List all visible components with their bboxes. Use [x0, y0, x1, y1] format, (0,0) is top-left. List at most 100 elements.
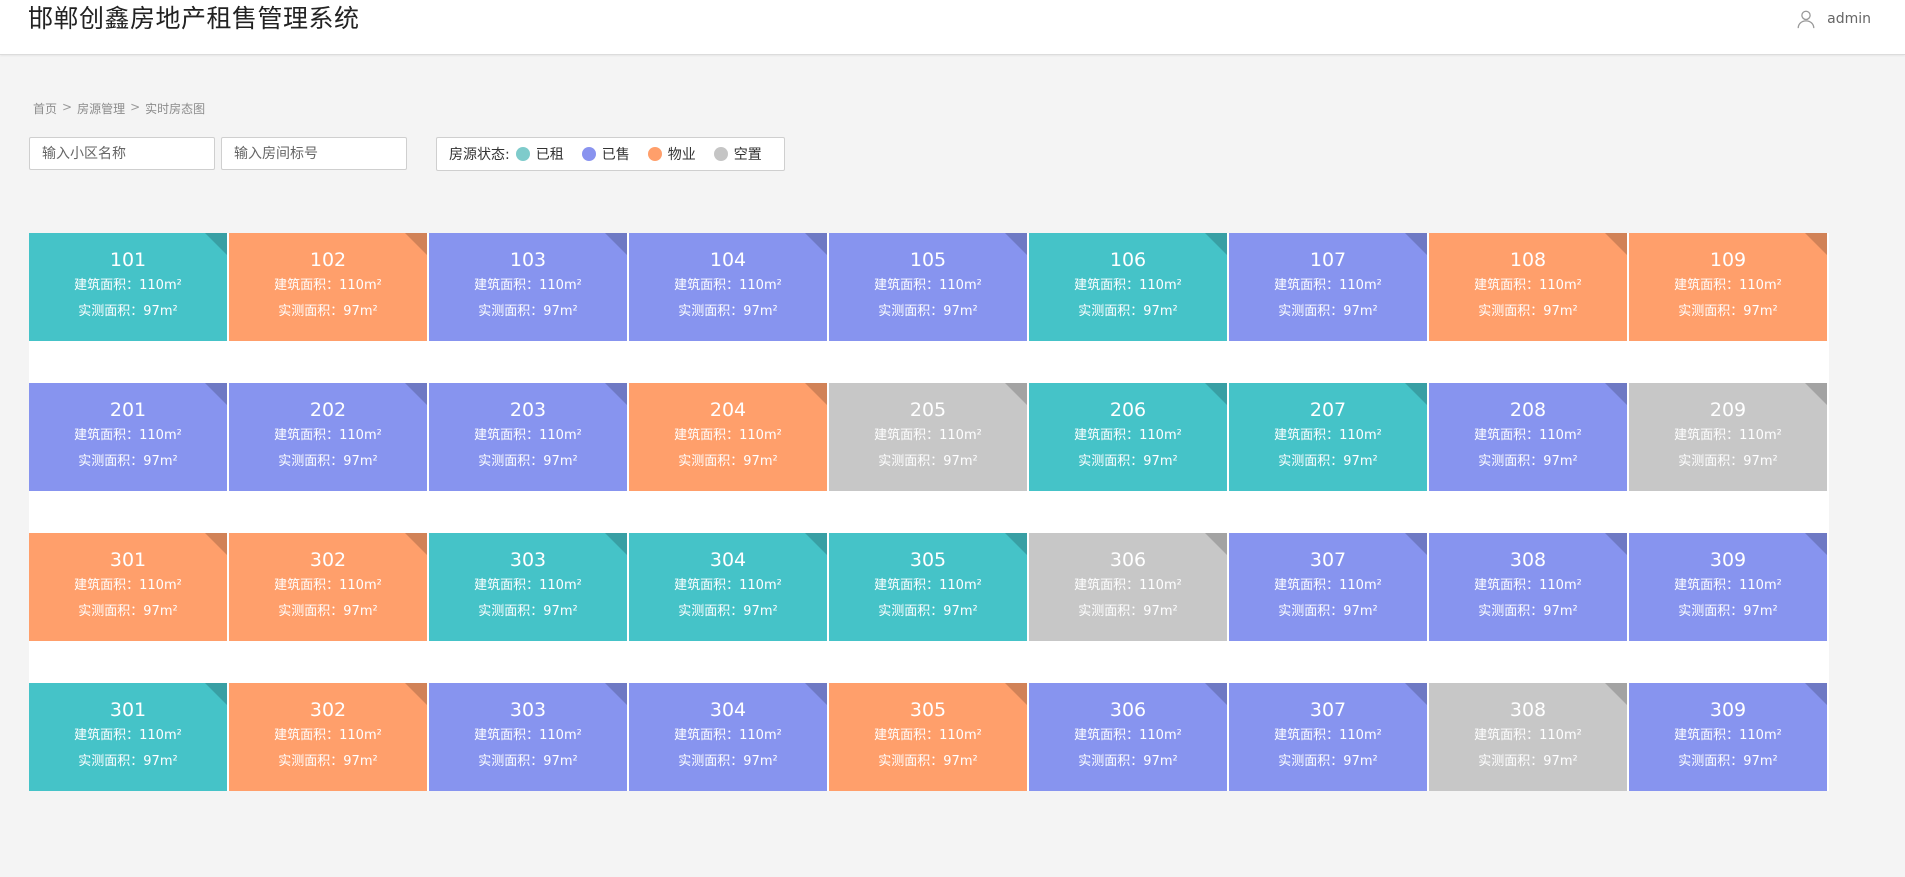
user-name[interactable]: admin: [1827, 11, 1871, 27]
room-card[interactable]: 205 建筑面积：110m² 实测面积：97m²: [829, 383, 1027, 491]
room-card[interactable]: 302 建筑面积：110m² 实测面积：97m²: [229, 533, 427, 641]
room-card[interactable]: 103 建筑面积：110m² 实测面积：97m²: [429, 233, 627, 341]
room-card[interactable]: 203 建筑面积：110m² 实测面积：97m²: [429, 383, 627, 491]
room-card[interactable]: 107 建筑面积：110m² 实测面积：97m²: [1229, 233, 1427, 341]
legend-item-label: 已售: [601, 147, 630, 163]
room-card[interactable]: 108 建筑面积：110m² 实测面积：97m²: [1429, 233, 1627, 341]
measured-area: 实测面积：97m²: [1478, 454, 1578, 469]
room-number: 303: [509, 549, 547, 571]
room-card[interactable]: 206 建筑面积：110m² 实测面积：97m²: [1029, 383, 1227, 491]
room-card[interactable]: 304 建筑面积：110m² 实测面积：97m²: [629, 683, 827, 791]
room-card[interactable]: 105 建筑面积：110m² 实测面积：97m²: [829, 233, 1027, 341]
room-card-corner-fold: [1805, 383, 1827, 405]
room-card-corner-fold: [1005, 383, 1027, 405]
measured-area: 实测面积：97m²: [1078, 454, 1178, 469]
breadcrumb-home[interactable]: 首页: [33, 100, 57, 117]
building-area: 建筑面积：110m²: [1074, 578, 1182, 593]
room-number: 309: [1709, 699, 1747, 721]
breadcrumb-house-management[interactable]: 房源管理: [77, 100, 125, 117]
measured-area: 实测面积：97m²: [478, 454, 578, 469]
room-number: 209: [1709, 399, 1747, 421]
room-card[interactable]: 305 建筑面积：110m² 实测面积：97m²: [829, 533, 1027, 641]
room-card[interactable]: 309 建筑面积：110m² 实测面积：97m²: [1629, 683, 1827, 791]
legend-item-label: 已租: [535, 147, 564, 163]
breadcrumb-separator: >: [62, 100, 73, 114]
user-icon: [1797, 10, 1815, 29]
measured-area: 实测面积：97m²: [1278, 604, 1378, 619]
measured-area: 实测面积：97m²: [78, 304, 178, 319]
measured-area: 实测面积：97m²: [878, 604, 978, 619]
room-card-corner-fold: [405, 533, 427, 555]
legend-item-vacant[interactable]: 空置: [713, 144, 762, 164]
room-card[interactable]: 208 建筑面积：110m² 实测面积：97m²: [1429, 383, 1627, 491]
room-card[interactable]: 202 建筑面积：110m² 实测面积：97m²: [229, 383, 427, 491]
room-number: 203: [509, 399, 547, 421]
building-area: 建筑面积：110m²: [1474, 728, 1582, 743]
building-area: 建筑面积：110m²: [474, 428, 582, 443]
room-card[interactable]: 307 建筑面积：110m² 实测面积：97m²: [1229, 683, 1427, 791]
measured-area: 实测面积：97m²: [678, 304, 778, 319]
room-card[interactable]: 305 建筑面积：110m² 实测面积：97m²: [829, 683, 1027, 791]
room-card[interactable]: 306 建筑面积：110m² 实测面积：97m²: [1029, 683, 1227, 791]
building-area: 建筑面积：110m²: [1274, 728, 1382, 743]
community-search-input[interactable]: [29, 137, 215, 170]
building-area: 建筑面积：110m²: [874, 428, 982, 443]
measured-area: 实测面积：97m²: [1678, 604, 1778, 619]
room-card-corner-fold: [1405, 683, 1427, 705]
measured-area: 实测面积：97m²: [1678, 754, 1778, 769]
building-area: 建筑面积：110m²: [74, 728, 182, 743]
room-card[interactable]: 201 建筑面积：110m² 实测面积：97m²: [29, 383, 227, 491]
measured-area: 实测面积：97m²: [1078, 604, 1178, 619]
building-area: 建筑面积：110m²: [1474, 278, 1582, 293]
measured-area: 实测面积：97m²: [1678, 454, 1778, 469]
building-area: 建筑面积：110m²: [1274, 428, 1382, 443]
room-card[interactable]: 307 建筑面积：110m² 实测面积：97m²: [1229, 533, 1427, 641]
room-card-corner-fold: [1605, 383, 1627, 405]
room-card[interactable]: 207 建筑面积：110m² 实测面积：97m²: [1229, 383, 1427, 491]
room-card[interactable]: 308 建筑面积：110m² 实测面积：97m²: [1429, 533, 1627, 641]
floor-row: 301 建筑面积：110m² 实测面积：97m² 302 建筑面积：110m² 实测面积：…: [29, 533, 1829, 641]
room-card[interactable]: 303 建筑面积：110m² 实测面积：97m²: [429, 683, 627, 791]
room-card[interactable]: 204 建筑面积：110m² 实测面积：97m²: [629, 383, 827, 491]
room-card[interactable]: 101 建筑面积：110m² 实测面积：97m²: [29, 233, 227, 341]
room-card[interactable]: 309 建筑面积：110m² 实测面积：97m²: [1629, 533, 1827, 641]
building-area: 建筑面积：110m²: [1074, 428, 1182, 443]
room-card-corner-fold: [1605, 533, 1627, 555]
legend-item-sold[interactable]: 已售: [581, 144, 630, 164]
room-card-corner-fold: [1205, 233, 1227, 255]
room-card[interactable]: 209 建筑面积：110m² 实测面积：97m²: [1629, 383, 1827, 491]
room-card[interactable]: 102 建筑面积：110m² 实测面积：97m²: [229, 233, 427, 341]
building-area: 建筑面积：110m²: [274, 728, 382, 743]
measured-area: 实测面积：97m²: [878, 454, 978, 469]
building-area: 建筑面积：110m²: [1674, 578, 1782, 593]
room-card[interactable]: 302 建筑面积：110m² 实测面积：97m²: [229, 683, 427, 791]
building-area: 建筑面积：110m²: [1674, 428, 1782, 443]
room-number: 308: [1509, 699, 1547, 721]
measured-area: 实测面积：97m²: [678, 604, 778, 619]
room-number: 302: [309, 549, 347, 571]
room-card[interactable]: 303 建筑面积：110m² 实测面积：97m²: [429, 533, 627, 641]
room-card[interactable]: 104 建筑面积：110m² 实测面积：97m²: [629, 233, 827, 341]
room-card[interactable]: 301 建筑面积：110m² 实测面积：97m²: [29, 533, 227, 641]
room-card[interactable]: 304 建筑面积：110m² 实测面积：97m²: [629, 533, 827, 641]
room-card[interactable]: 306 建筑面积：110m² 实测面积：97m²: [1029, 533, 1227, 641]
room-number-search-input[interactable]: [221, 137, 407, 170]
room-number: 105: [909, 249, 947, 271]
building-area: 建筑面积：110m²: [1074, 278, 1182, 293]
room-card-corner-fold: [405, 233, 427, 255]
room-card[interactable]: 106 建筑面积：110m² 实测面积：97m²: [1029, 233, 1227, 341]
room-number: 109: [1709, 249, 1747, 271]
room-number: 307: [1309, 699, 1347, 721]
legend-item-rented[interactable]: 已租: [515, 144, 564, 164]
measured-area: 实测面积：97m²: [478, 304, 578, 319]
room-card[interactable]: 308 建筑面积：110m² 实测面积：97m²: [1429, 683, 1627, 791]
measured-area: 实测面积：97m²: [878, 754, 978, 769]
legend-dot-property: [647, 147, 662, 161]
room-number: 303: [509, 699, 547, 721]
user-menu[interactable]: admin: [1795, 8, 1871, 30]
legend-item-property[interactable]: 物业: [647, 144, 696, 164]
room-card[interactable]: 301 建筑面积：110m² 实测面积：97m²: [29, 683, 227, 791]
room-card[interactable]: 109 建筑面积：110m² 实测面积：97m²: [1629, 233, 1827, 341]
room-card-corner-fold: [605, 383, 627, 405]
floor-spacer: [29, 341, 1829, 383]
